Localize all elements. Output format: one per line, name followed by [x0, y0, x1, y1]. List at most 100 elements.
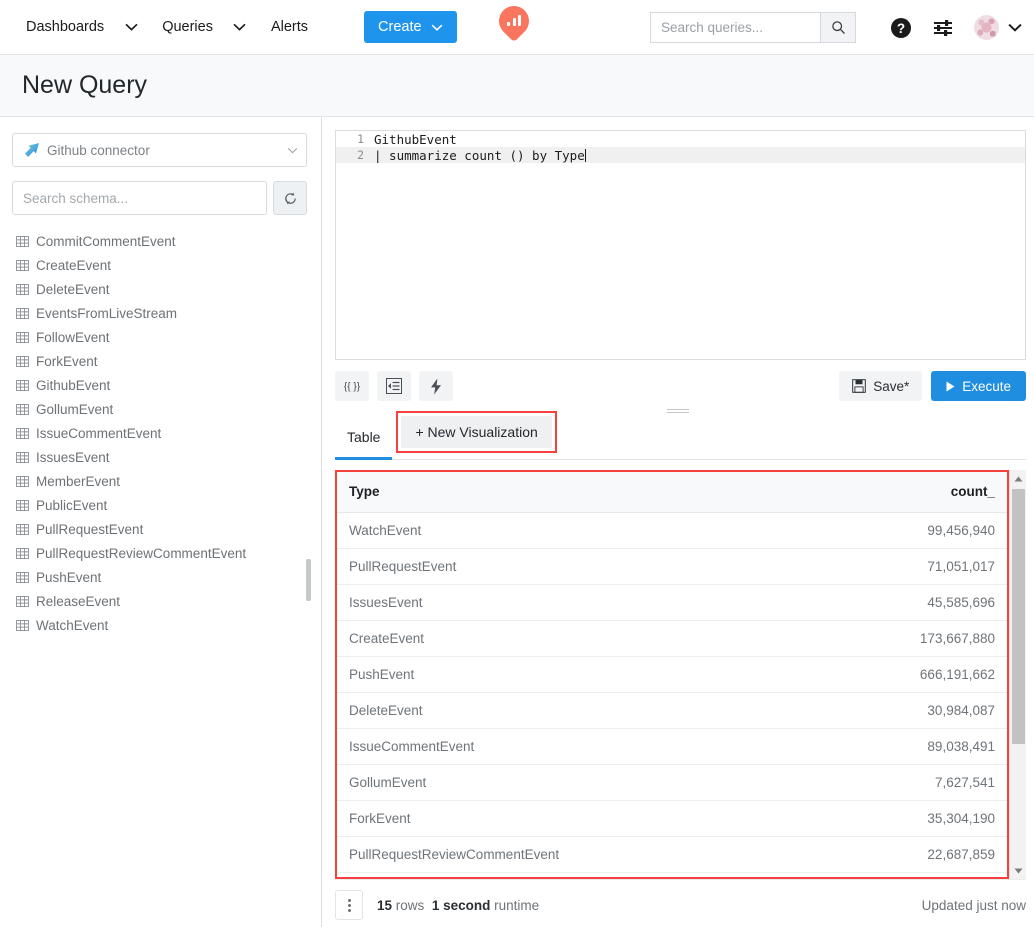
- search-icon[interactable]: [820, 12, 856, 43]
- table-item[interactable]: ForkEvent: [12, 349, 307, 373]
- create-button[interactable]: Create: [364, 11, 457, 43]
- chevron-down-icon-account[interactable]: [1008, 23, 1022, 32]
- table-item[interactable]: EventsFromLiveStream: [12, 301, 307, 325]
- cell-count: 30,984,087: [672, 692, 1007, 728]
- table-row[interactable]: PullRequestEvent71,051,017: [337, 548, 1007, 584]
- svg-text:{{ }}: {{ }}: [344, 382, 361, 393]
- page-title: New Query: [22, 71, 147, 100]
- text-cursor: [585, 149, 586, 162]
- table-header-row: Type count_: [337, 472, 1007, 512]
- table-row[interactable]: IssueCommentEvent89,038,491: [337, 728, 1007, 764]
- save-button[interactable]: Save*: [839, 371, 922, 401]
- column-header-type[interactable]: Type: [337, 472, 672, 512]
- app-logo: [497, 6, 531, 46]
- floppy-disk-icon: [852, 379, 866, 393]
- parameters-braces-icon[interactable]: {{ }}: [335, 371, 369, 401]
- table-item[interactable]: CommitCommentEvent: [12, 229, 307, 253]
- nav-right-icon-group: ?: [890, 0, 1022, 55]
- table-row[interactable]: WatchEvent99,456,940: [337, 512, 1007, 548]
- cell-type: PullRequestEvent: [337, 548, 672, 584]
- nav-item-dashboards[interactable]: Dashboards: [22, 13, 108, 41]
- query-editor[interactable]: 1 GithubEvent 2 | summarize count () by …: [335, 130, 1026, 360]
- cell-count: 99,456,940: [672, 512, 1007, 548]
- table-item[interactable]: PullRequestEvent: [12, 517, 307, 541]
- table-item[interactable]: MemberEvent: [12, 469, 307, 493]
- line-number: 1: [336, 132, 374, 146]
- new-visualization-highlight: + New Visualization: [396, 411, 556, 453]
- cell-type: PullRequestReviewCommentEvent: [337, 836, 672, 872]
- table-item[interactable]: IssueCommentEvent: [12, 421, 307, 445]
- table-item[interactable]: CreateEvent: [12, 253, 307, 277]
- results-vertical-scrollbar[interactable]: [1009, 470, 1026, 879]
- user-avatar[interactable]: [974, 15, 999, 40]
- chevron-down-icon-queries[interactable]: [227, 14, 253, 40]
- schema-search-row: [12, 181, 307, 215]
- grid-table-icon: [16, 307, 29, 320]
- grid-table-icon: [16, 619, 29, 632]
- svg-text:?: ?: [897, 21, 905, 36]
- scroll-up-arrow-icon[interactable]: [1014, 470, 1023, 487]
- grid-table-icon: [16, 523, 29, 536]
- sidebar-scrollbar-thumb[interactable]: [306, 559, 311, 601]
- table-item[interactable]: ReleaseEvent: [12, 589, 307, 613]
- table-row[interactable]: PullRequestReviewCommentEvent22,687,859: [337, 836, 1007, 872]
- table-row[interactable]: PushEvent666,191,662: [337, 656, 1007, 692]
- table-item[interactable]: GollumEvent: [12, 397, 307, 421]
- runtime-suffix: runtime: [490, 898, 539, 913]
- table-item[interactable]: PushEvent: [12, 565, 307, 589]
- table-item[interactable]: FollowEvent: [12, 325, 307, 349]
- table-item-label: MemberEvent: [36, 474, 120, 489]
- table-item-label: FollowEvent: [36, 330, 110, 345]
- table-item-label: PullRequestEvent: [36, 522, 143, 537]
- table-item[interactable]: PublicEvent: [12, 493, 307, 517]
- results-scrollbar-thumb[interactable]: [1012, 489, 1025, 744]
- tab-table[interactable]: Table: [335, 429, 392, 460]
- table-row[interactable]: IssuesEvent45,585,696: [337, 584, 1007, 620]
- table-item[interactable]: GithubEvent: [12, 373, 307, 397]
- refresh-icon[interactable]: [273, 181, 307, 215]
- results-table: Type count_ WatchEvent99,456,940 PullReq…: [337, 472, 1007, 873]
- table-row[interactable]: DeleteEvent30,984,087: [337, 692, 1007, 728]
- table-item-label: IssuesEvent: [36, 450, 110, 465]
- table-item[interactable]: PullRequestReviewCommentEvent: [12, 541, 307, 565]
- sliders-icon[interactable]: [932, 18, 954, 38]
- nav-item-queries[interactable]: Queries: [158, 13, 217, 41]
- grid-table-icon: [16, 403, 29, 416]
- table-item-label: PushEvent: [36, 570, 101, 585]
- column-header-count[interactable]: count_: [672, 472, 1007, 512]
- cell-type: IssueCommentEvent: [337, 728, 672, 764]
- results-status-bar: 15 rows 1 second runtime Updated just no…: [335, 879, 1026, 927]
- help-circle-icon[interactable]: ?: [890, 17, 912, 39]
- nav-item-alerts[interactable]: Alerts: [267, 13, 312, 41]
- table-row[interactable]: CreateEvent173,667,880: [337, 620, 1007, 656]
- grid-table-icon: [16, 331, 29, 344]
- table-item[interactable]: IssuesEvent: [12, 445, 307, 469]
- create-button-label: Create: [378, 19, 422, 35]
- table-item[interactable]: DeleteEvent: [12, 277, 307, 301]
- cell-count: 173,667,880: [672, 620, 1007, 656]
- table-item-label: PublicEvent: [36, 498, 107, 513]
- editor-toolbar: {{ }}: [335, 371, 1026, 401]
- cell-count: 35,304,190: [672, 800, 1007, 836]
- table-row[interactable]: GollumEvent7,627,541: [337, 764, 1007, 800]
- grid-table-icon: [16, 547, 29, 560]
- search-queries-group: [650, 12, 856, 43]
- table-item-label: DeleteEvent: [36, 282, 110, 297]
- new-visualization-button[interactable]: + New Visualization: [401, 416, 551, 448]
- table-row[interactable]: ForkEvent35,304,190: [337, 800, 1007, 836]
- updated-status: Updated just now: [922, 898, 1026, 913]
- search-schema-input[interactable]: [12, 181, 267, 215]
- chevron-down-icon-create: [431, 24, 443, 31]
- query-pane: 1 GithubEvent 2 | summarize count () by …: [322, 117, 1034, 927]
- chevron-down-icon-dashboards[interactable]: [118, 14, 144, 40]
- execute-button[interactable]: Execute: [931, 371, 1026, 401]
- search-input[interactable]: [650, 12, 820, 43]
- top-navigation-bar: Dashboards Queries Alerts Create ?: [0, 0, 1034, 55]
- format-indent-icon[interactable]: [377, 371, 411, 401]
- scroll-down-arrow-icon[interactable]: [1014, 862, 1023, 879]
- lightning-bolt-icon[interactable]: [419, 371, 453, 401]
- kebab-menu-icon[interactable]: [335, 890, 363, 920]
- connector-dropdown[interactable]: Github connector: [12, 133, 307, 167]
- table-item[interactable]: WatchEvent: [12, 613, 307, 637]
- code-text: GithubEvent: [374, 132, 457, 147]
